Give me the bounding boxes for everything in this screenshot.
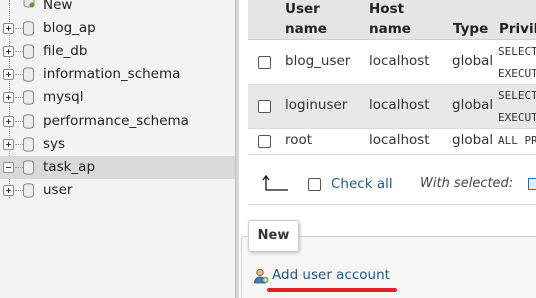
table-row: root localhost global ALL PR [248, 129, 536, 155]
database-name[interactable]: performance_schema [43, 113, 189, 129]
expand-plus-icon[interactable] [3, 139, 14, 150]
with-selected-label: With selected: [420, 176, 514, 191]
database-icon [23, 44, 34, 59]
row-checkbox[interactable] [258, 100, 271, 113]
cell-privileges: ALL PR [498, 134, 536, 147]
tree-item-information-schema[interactable]: information_schema [0, 63, 235, 86]
table-header: User name Host name Type Privile [248, 0, 536, 40]
main-content: User name Host name Type Privile blog_us… [239, 0, 536, 298]
database-icon [23, 90, 34, 105]
tree-item-sys[interactable]: sys [0, 133, 235, 156]
expand-plus-icon[interactable] [3, 116, 14, 127]
database-name[interactable]: task_ap [43, 159, 95, 175]
tree-item-performance-schema[interactable]: performance_schema [0, 110, 235, 133]
row-checkbox[interactable] [258, 135, 271, 148]
cell-host: localhost [369, 53, 430, 69]
tree-item-file-db[interactable]: file_db [0, 40, 235, 63]
database-icon [23, 137, 34, 152]
expand-plus-icon[interactable] [3, 69, 14, 80]
cell-type: global [452, 97, 494, 113]
cell-privileges: SELECT EXECUT [498, 89, 536, 124]
table-row: blog_user localhost global SELECT EXECUT [248, 40, 536, 85]
navigation-panel: New blog_ap file_db information_schema m… [0, 0, 235, 298]
tree-item-blog-ap[interactable]: blog_ap [0, 17, 235, 40]
expand-plus-icon[interactable] [3, 23, 14, 34]
cell-host: localhost [369, 97, 430, 113]
select-arrow-icon [260, 174, 290, 194]
highlight-underline [267, 288, 397, 292]
database-icon [23, 67, 34, 82]
export-icon[interactable] [528, 178, 536, 190]
column-header-type[interactable]: Type [453, 19, 488, 39]
column-header-user-name[interactable]: User name [285, 0, 327, 39]
expand-plus-icon[interactable] [3, 46, 14, 57]
database-icon [23, 21, 34, 36]
add-user-icon [253, 268, 269, 284]
new-database-icon [23, 0, 35, 8]
cell-user: loginuser [285, 97, 348, 113]
expand-plus-icon[interactable] [3, 185, 14, 196]
cell-user: blog_user [285, 53, 351, 69]
database-icon [23, 114, 34, 129]
cell-host: localhost [369, 132, 430, 148]
column-header-host-name[interactable]: Host name [369, 0, 411, 39]
tree-item-task-ap[interactable]: task_ap [0, 156, 235, 179]
expand-plus-icon[interactable] [3, 92, 14, 103]
table-row: loginuser localhost global SELECT EXECUT [248, 85, 536, 129]
collapse-minus-icon[interactable] [3, 162, 14, 173]
database-icon [23, 183, 34, 198]
database-icon [23, 160, 34, 175]
tree-item-new-database[interactable]: New [0, 0, 235, 17]
tree-item-user[interactable]: user [0, 179, 235, 202]
cell-type: global [452, 132, 494, 148]
tree-item-mysql[interactable]: mysql [0, 86, 235, 109]
new-section-legend: New [248, 220, 299, 252]
check-all-checkbox[interactable] [308, 178, 321, 191]
cell-type: global [452, 53, 494, 69]
tree-label-new[interactable]: New [43, 0, 72, 13]
add-user-account-label[interactable]: Add user account [272, 267, 390, 283]
row-checkbox[interactable] [258, 56, 271, 69]
database-name[interactable]: mysql [43, 89, 84, 105]
database-name[interactable]: information_schema [43, 66, 180, 82]
cell-user: root [285, 132, 313, 148]
database-name[interactable]: blog_ap [43, 20, 96, 36]
database-name[interactable]: file_db [43, 43, 87, 59]
column-header-privileges[interactable]: Privile [499, 19, 536, 39]
bulk-actions-bar: Check all With selected: [248, 163, 536, 205]
check-all-link[interactable]: Check all [331, 176, 393, 192]
database-name[interactable]: sys [43, 136, 65, 152]
cell-privileges: SELECT EXECUT [498, 45, 536, 80]
database-name[interactable]: user [43, 182, 72, 198]
